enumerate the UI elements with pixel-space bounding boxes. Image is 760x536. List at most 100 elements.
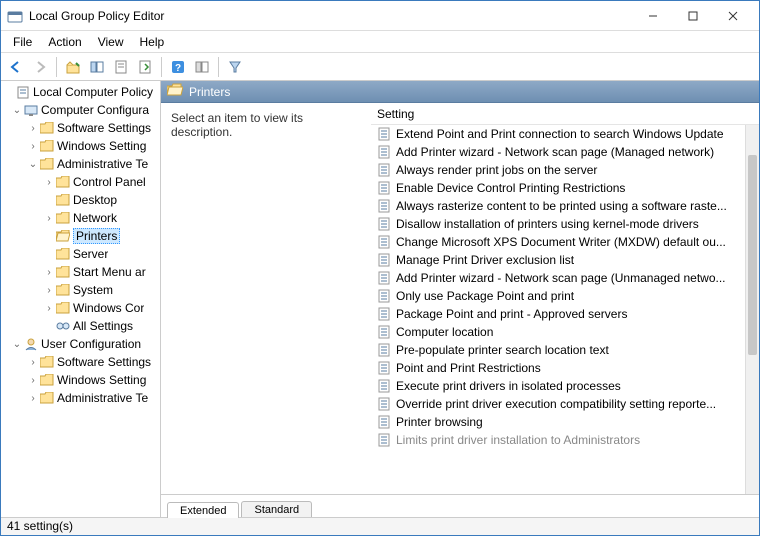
menu-help[interactable]: Help bbox=[132, 33, 173, 51]
folder-icon bbox=[39, 138, 55, 154]
setting-row[interactable]: Execute print drivers in isolated proces… bbox=[371, 377, 759, 395]
tab-standard[interactable]: Standard bbox=[241, 501, 312, 517]
close-button[interactable] bbox=[713, 2, 753, 30]
caret-right-icon[interactable]: › bbox=[43, 267, 55, 278]
caret-down-icon[interactable]: ⌄ bbox=[11, 105, 23, 116]
folder-open-icon bbox=[55, 228, 71, 244]
tab-strip: Extended Standard bbox=[161, 495, 759, 517]
tree-desktop[interactable]: Desktop bbox=[1, 191, 160, 209]
setting-row[interactable]: Pre-populate printer search location tex… bbox=[371, 341, 759, 359]
setting-label: Package Point and print - Approved serve… bbox=[396, 307, 627, 321]
setting-label: Execute print drivers in isolated proces… bbox=[396, 379, 621, 393]
setting-icon bbox=[377, 397, 391, 411]
tree-label: All Settings bbox=[73, 319, 133, 333]
caret-right-icon[interactable]: › bbox=[43, 177, 55, 188]
vertical-scrollbar[interactable] bbox=[745, 125, 759, 494]
setting-row[interactable]: Enable Device Control Printing Restricti… bbox=[371, 179, 759, 197]
up-button[interactable] bbox=[62, 56, 84, 78]
scrollbar-thumb[interactable] bbox=[748, 155, 757, 355]
tree-software-settings[interactable]: › Software Settings bbox=[1, 119, 160, 137]
show-hide-tree-button[interactable] bbox=[86, 56, 108, 78]
setting-row[interactable]: Manage Print Driver exclusion list bbox=[371, 251, 759, 269]
tree-user-software-settings[interactable]: › Software Settings bbox=[1, 353, 160, 371]
tree-user-windows-settings[interactable]: › Windows Setting bbox=[1, 371, 160, 389]
tree-user-admin-templates[interactable]: › Administrative Te bbox=[1, 389, 160, 407]
caret-right-icon[interactable]: › bbox=[43, 303, 55, 314]
folder-icon bbox=[39, 390, 55, 406]
forward-button[interactable] bbox=[29, 56, 51, 78]
setting-label: Pre-populate printer search location tex… bbox=[396, 343, 609, 357]
setting-row[interactable]: Limits print driver installation to Admi… bbox=[371, 431, 759, 449]
setting-row[interactable]: Override print driver execution compatib… bbox=[371, 395, 759, 413]
caret-down-icon[interactable]: ⌄ bbox=[27, 159, 39, 170]
caret-right-icon[interactable]: › bbox=[27, 357, 39, 368]
folder-icon bbox=[55, 282, 71, 298]
toolbar: ? bbox=[1, 53, 759, 81]
properties-button[interactable] bbox=[110, 56, 132, 78]
setting-row[interactable]: Always rasterize content to be printed u… bbox=[371, 197, 759, 215]
tree-start-menu[interactable]: › Start Menu ar bbox=[1, 263, 160, 281]
setting-row[interactable]: Package Point and print - Approved serve… bbox=[371, 305, 759, 323]
setting-row[interactable]: Always render print jobs on the server bbox=[371, 161, 759, 179]
policy-icon bbox=[15, 84, 31, 100]
tree-user-config[interactable]: ⌄ User Configuration bbox=[1, 335, 160, 353]
menu-action[interactable]: Action bbox=[40, 33, 89, 51]
tree-pane[interactable]: Local Computer Policy ⌄ Computer Configu… bbox=[1, 81, 161, 517]
minimize-button[interactable] bbox=[633, 2, 673, 30]
menu-view[interactable]: View bbox=[90, 33, 132, 51]
tree-control-panel[interactable]: › Control Panel bbox=[1, 173, 160, 191]
menu-bar: File Action View Help bbox=[1, 31, 759, 53]
options-button[interactable] bbox=[191, 56, 213, 78]
caret-right-icon[interactable]: › bbox=[27, 141, 39, 152]
back-button[interactable] bbox=[5, 56, 27, 78]
menu-file[interactable]: File bbox=[5, 33, 40, 51]
computer-icon bbox=[23, 102, 39, 118]
setting-row[interactable]: Extend Point and Print connection to sea… bbox=[371, 125, 759, 143]
tree-server[interactable]: Server bbox=[1, 245, 160, 263]
tree-root[interactable]: Local Computer Policy bbox=[1, 83, 160, 101]
help-button[interactable]: ? bbox=[167, 56, 189, 78]
tree-label: Network bbox=[73, 211, 117, 225]
tree-windows-settings[interactable]: › Windows Setting bbox=[1, 137, 160, 155]
tree-computer-config[interactable]: ⌄ Computer Configura bbox=[1, 101, 160, 119]
tree-label: Software Settings bbox=[57, 355, 151, 369]
tree-label: Start Menu ar bbox=[73, 265, 146, 279]
setting-icon bbox=[377, 361, 391, 375]
caret-right-icon[interactable]: › bbox=[27, 375, 39, 386]
setting-label: Manage Print Driver exclusion list bbox=[396, 253, 574, 267]
setting-row[interactable]: Disallow installation of printers using … bbox=[371, 215, 759, 233]
tree-all-settings[interactable]: All Settings bbox=[1, 317, 160, 335]
setting-icon bbox=[377, 415, 391, 429]
setting-row[interactable]: Point and Print Restrictions bbox=[371, 359, 759, 377]
tree-label: Local Computer Policy bbox=[33, 85, 153, 99]
tree-windows-components[interactable]: › Windows Cor bbox=[1, 299, 160, 317]
setting-label: Point and Print Restrictions bbox=[396, 361, 541, 375]
tree-printers[interactable]: Printers bbox=[1, 227, 160, 245]
description-text: Select an item to view its description. bbox=[171, 111, 303, 139]
setting-row[interactable]: Change Microsoft XPS Document Writer (MX… bbox=[371, 233, 759, 251]
setting-label: Extend Point and Print connection to sea… bbox=[396, 127, 724, 141]
all-settings-icon bbox=[55, 318, 71, 334]
caret-down-icon[interactable]: ⌄ bbox=[11, 339, 23, 350]
tree-system[interactable]: › System bbox=[1, 281, 160, 299]
settings-list[interactable]: Setting Extend Point and Print connectio… bbox=[371, 103, 759, 494]
caret-right-icon[interactable]: › bbox=[27, 123, 39, 134]
setting-row[interactable]: Computer location bbox=[371, 323, 759, 341]
export-button[interactable] bbox=[134, 56, 156, 78]
setting-row[interactable]: Add Printer wizard - Network scan page (… bbox=[371, 269, 759, 287]
tree-network[interactable]: › Network bbox=[1, 209, 160, 227]
setting-row[interactable]: Add Printer wizard - Network scan page (… bbox=[371, 143, 759, 161]
folder-icon bbox=[39, 156, 55, 172]
column-header-setting[interactable]: Setting bbox=[371, 103, 759, 125]
caret-right-icon[interactable]: › bbox=[27, 393, 39, 404]
column-label: Setting bbox=[377, 107, 414, 121]
filter-button[interactable] bbox=[224, 56, 246, 78]
tab-extended[interactable]: Extended bbox=[167, 502, 239, 518]
caret-right-icon[interactable]: › bbox=[43, 213, 55, 224]
maximize-button[interactable] bbox=[673, 2, 713, 30]
setting-row[interactable]: Only use Package Point and print bbox=[371, 287, 759, 305]
tree-admin-templates[interactable]: ⌄ Administrative Te bbox=[1, 155, 160, 173]
setting-row[interactable]: Printer browsing bbox=[371, 413, 759, 431]
main-area: Local Computer Policy ⌄ Computer Configu… bbox=[1, 81, 759, 517]
caret-right-icon[interactable]: › bbox=[43, 285, 55, 296]
